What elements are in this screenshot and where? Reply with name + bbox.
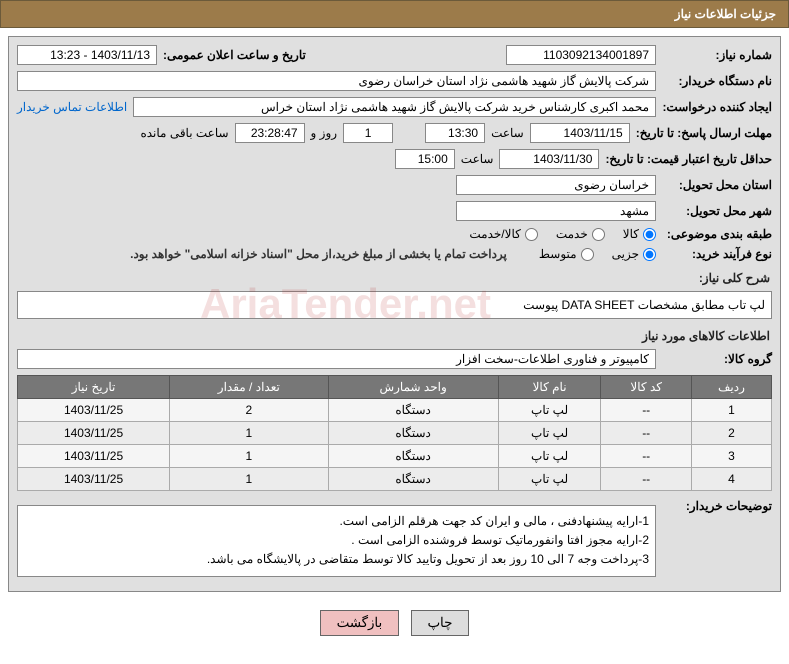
radio-medium-label: متوسط <box>539 247 577 261</box>
radio-partial-label: جزیی <box>612 247 639 261</box>
cell-code: -- <box>601 399 691 422</box>
cell-code: -- <box>601 468 691 491</box>
table-row: 2--لپ تاپدستگاه11403/11/25 <box>18 422 772 445</box>
note-2: 2-ارایه مجوز افتا وانفورماتیک توسط فروشن… <box>24 531 649 550</box>
button-row: چاپ بازگشت <box>0 600 789 646</box>
buyer-org-label: نام دستگاه خریدار: <box>662 74 772 88</box>
radio-partial-input[interactable] <box>643 248 656 261</box>
province-label: استان محل تحویل: <box>662 178 772 192</box>
remaining-label: ساعت باقی مانده <box>140 126 228 140</box>
th-row: ردیف <box>691 376 771 399</box>
cell-date: 1403/11/25 <box>18 422 170 445</box>
cell-row: 2 <box>691 422 771 445</box>
cell-qty: 2 <box>170 399 328 422</box>
radio-service-input[interactable] <box>592 228 605 241</box>
cell-unit: دستگاه <box>328 445 498 468</box>
response-date-value: 1403/11/15 <box>530 123 630 143</box>
th-qty: تعداد / مقدار <box>170 376 328 399</box>
days-and-label: روز و <box>311 126 338 140</box>
print-button[interactable]: چاپ <box>411 610 470 636</box>
cell-row: 3 <box>691 445 771 468</box>
radio-both[interactable]: کالا/خدمت <box>469 227 537 241</box>
province-value: خراسان رضوی <box>456 175 656 195</box>
validity-time-value: 15:00 <box>395 149 455 169</box>
goods-group-value: کامپیوتر و فناوری اطلاعات-سخت افزار <box>17 349 656 369</box>
cell-row: 1 <box>691 399 771 422</box>
remaining-days-value: 1 <box>343 123 393 143</box>
purchase-type-label: نوع فرآیند خرید: <box>662 247 772 261</box>
requester-value: محمد اکبری کارشناس خرید شرکت پالایش گاز … <box>133 97 656 117</box>
validity-date-value: 1403/11/30 <box>499 149 599 169</box>
cell-unit: دستگاه <box>328 399 498 422</box>
general-desc-value: لپ تاب مطابق مشخصات DATA SHEET پیوست <box>17 291 772 319</box>
payment-note: پرداخت تمام یا بخشی از مبلغ خرید،از محل … <box>130 247 507 261</box>
response-deadline-label: مهلت ارسال پاسخ: تا تاریخ: <box>636 126 772 140</box>
radio-partial[interactable]: جزیی <box>612 247 656 261</box>
city-label: شهر محل تحویل: <box>662 204 772 218</box>
cell-qty: 1 <box>170 468 328 491</box>
back-button[interactable]: بازگشت <box>320 610 400 636</box>
category-radios: کالا خدمت کالا/خدمت <box>469 227 656 241</box>
radio-goods-label: کالا <box>623 227 639 241</box>
response-time-value: 13:30 <box>425 123 485 143</box>
announce-dt-label: تاریخ و ساعت اعلان عمومی: <box>163 48 306 62</box>
note-1: 1-ارایه پیشنهادفنی ، مالی و ایران کد جهت… <box>24 512 649 531</box>
radio-both-input[interactable] <box>525 228 538 241</box>
details-panel: شماره نیاز: 1103092134001897 تاریخ و ساع… <box>8 36 781 592</box>
cell-row: 4 <box>691 468 771 491</box>
cell-unit: دستگاه <box>328 468 498 491</box>
radio-service-label: خدمت <box>556 227 588 241</box>
radio-goods-input[interactable] <box>643 228 656 241</box>
need-no-label: شماره نیاز: <box>662 48 772 62</box>
cell-unit: دستگاه <box>328 422 498 445</box>
radio-medium[interactable]: متوسط <box>539 247 594 261</box>
table-row: 3--لپ تاپدستگاه11403/11/25 <box>18 445 772 468</box>
category-label: طبقه بندی موضوعی: <box>662 227 772 241</box>
cell-date: 1403/11/25 <box>18 468 170 491</box>
requester-label: ایجاد کننده درخواست: <box>662 100 772 114</box>
radio-service[interactable]: خدمت <box>556 227 605 241</box>
need-no-value: 1103092134001897 <box>506 45 656 65</box>
buyer-notes-box: 1-ارایه پیشنهادفنی ، مالی و ایران کد جهت… <box>17 505 656 577</box>
cell-name: لپ تاپ <box>498 445 601 468</box>
header-title: جزئیات اطلاعات نیاز <box>675 7 776 21</box>
cell-date: 1403/11/25 <box>18 445 170 468</box>
th-name: نام کالا <box>498 376 601 399</box>
cell-code: -- <box>601 422 691 445</box>
hour-label-2: ساعت <box>461 152 494 166</box>
th-code: کد کالا <box>601 376 691 399</box>
purchase-type-radios: جزیی متوسط <box>539 247 656 261</box>
cell-name: لپ تاپ <box>498 422 601 445</box>
goods-info-title: اطلاعات کالاهای مورد نیاز <box>19 329 770 343</box>
table-row: 1--لپ تاپدستگاه21403/11/25 <box>18 399 772 422</box>
cell-date: 1403/11/25 <box>18 399 170 422</box>
hour-label-1: ساعت <box>491 126 524 140</box>
radio-goods[interactable]: کالا <box>623 227 656 241</box>
th-unit: واحد شمارش <box>328 376 498 399</box>
city-value: مشهد <box>456 201 656 221</box>
page-header: جزئیات اطلاعات نیاز <box>0 0 789 28</box>
buyer-org-value: شرکت پالایش گاز شهید هاشمی نژاد استان خر… <box>17 71 656 91</box>
radio-medium-input[interactable] <box>581 248 594 261</box>
contact-link[interactable]: اطلاعات تماس خریدار <box>17 100 127 114</box>
remaining-time-value: 23:28:47 <box>235 123 305 143</box>
cell-qty: 1 <box>170 422 328 445</box>
table-row: 4--لپ تاپدستگاه11403/11/25 <box>18 468 772 491</box>
announce-dt-value: 1403/11/13 - 13:23 <box>17 45 157 65</box>
cell-code: -- <box>601 445 691 468</box>
goods-group-label: گروه کالا: <box>662 352 772 366</box>
cell-name: لپ تاپ <box>498 468 601 491</box>
general-desc-label: شرح کلی نیاز: <box>19 271 770 285</box>
radio-both-label: کالا/خدمت <box>469 227 520 241</box>
buyer-notes-label: توضیحات خریدار: <box>662 499 772 513</box>
cell-name: لپ تاپ <box>498 399 601 422</box>
note-3: 3-پرداخت وجه 7 الی 10 روز بعد از تحویل و… <box>24 550 649 569</box>
price-validity-label: حداقل تاریخ اعتبار قیمت: تا تاریخ: <box>605 152 772 166</box>
goods-table: ردیف کد کالا نام کالا واحد شمارش تعداد /… <box>17 375 772 491</box>
th-date: تاریخ نیاز <box>18 376 170 399</box>
cell-qty: 1 <box>170 445 328 468</box>
